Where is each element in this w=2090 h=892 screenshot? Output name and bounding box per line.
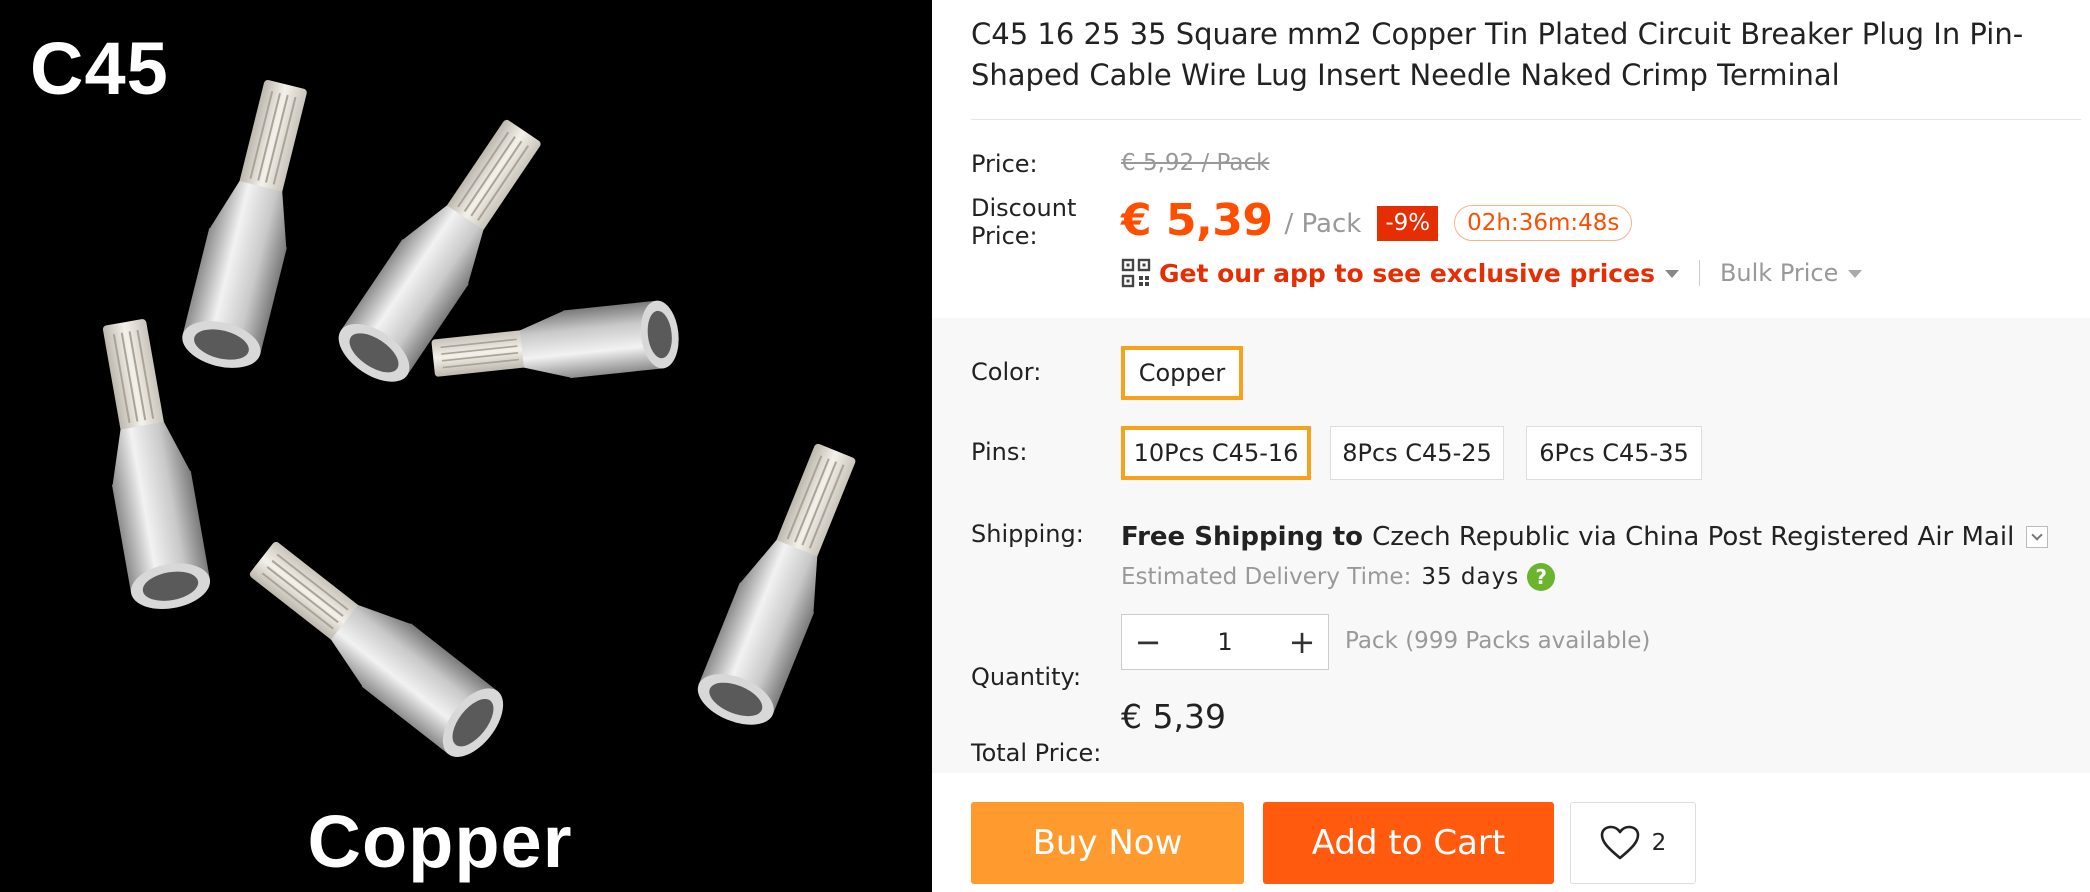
price-unit: / Pack — [1284, 209, 1362, 239]
add-to-cart-button[interactable]: Add to Cart — [1263, 802, 1554, 884]
heart-icon — [1600, 825, 1639, 860]
color-label: Color: — [971, 358, 1042, 386]
shipping-destination[interactable]: Czech Republic via China Post Registered… — [1372, 522, 2014, 552]
free-shipping-text: Free Shipping — [1121, 522, 1324, 552]
wishlist-button[interactable]: 2 — [1570, 802, 1696, 884]
question-icon[interactable]: ? — [1527, 563, 1556, 591]
minus-icon[interactable]: − — [1122, 615, 1174, 669]
pins-option-2[interactable]: 8Pcs C45-25 — [1330, 426, 1504, 480]
app-exclusive-link[interactable]: Get our app to see exclusive prices — [1159, 259, 1655, 288]
quantity-available: Pack (999 Packs available) — [1345, 628, 1651, 654]
countdown-timer: 02h:36m:48s — [1454, 205, 1633, 241]
total-price-label: Total Price: — [971, 739, 1102, 767]
image-caption-top: C45 — [30, 27, 169, 110]
quantity-stepper: − 1 + — [1121, 614, 1329, 670]
wishlist-count: 2 — [1651, 830, 1667, 856]
pins-option-1[interactable]: 10Pcs C45-16 — [1121, 426, 1311, 480]
chevron-down-icon[interactable] — [2026, 526, 2049, 548]
pins-label: Pins: — [971, 438, 1028, 466]
qr-code-icon — [1121, 258, 1151, 288]
original-price: € 5,92 / Pack — [1121, 150, 1270, 176]
terminals-illustration — [83, 73, 875, 769]
quantity-label: Quantity: — [971, 663, 1082, 691]
buy-now-button[interactable]: Buy Now — [971, 802, 1244, 884]
eta-label: Estimated Delivery Time: — [1121, 564, 1412, 590]
current-price: € 5,39 — [1121, 194, 1273, 246]
product-image[interactable]: C45 Copper — [0, 0, 932, 892]
bulk-price-link[interactable]: Bulk Price — [1720, 259, 1838, 287]
plus-icon[interactable]: + — [1276, 615, 1328, 669]
eta-value: 35 days — [1421, 564, 1520, 590]
caret-down-icon[interactable] — [1848, 270, 1863, 278]
total-price: € 5,39 — [1121, 697, 1226, 736]
divider — [1698, 260, 1700, 286]
shipping-info: Free Shipping to Czech Republic via Chin… — [1121, 522, 2049, 552]
divider — [971, 119, 2081, 120]
caret-down-icon[interactable] — [1664, 270, 1679, 278]
promo-row: Get our app to see exclusive prices Bulk… — [1121, 256, 1863, 290]
pins-option-3[interactable]: 6Pcs C45-35 — [1526, 426, 1702, 480]
price-row: € 5,39 / Pack -9% 02h:36m:48s — [1121, 193, 1633, 247]
color-option-copper[interactable]: Copper — [1121, 346, 1243, 400]
discount-price-label: Discount Price: — [971, 194, 1077, 250]
price-label: Price: — [971, 150, 1038, 178]
quantity-input[interactable]: 1 — [1174, 628, 1276, 656]
image-caption-bottom: Copper — [307, 800, 573, 883]
delivery-estimate: Estimated Delivery Time: 35 days ? — [1121, 563, 1556, 591]
discount-badge: -9% — [1377, 205, 1439, 241]
shipping-to-text: to — [1323, 522, 1373, 552]
shipping-label: Shipping: — [971, 520, 1084, 548]
product-title: C45 16 25 35 Square mm2 Copper Tin Plate… — [971, 17, 2024, 92]
product-info-panel: C45 16 25 35 Square mm2 Copper Tin Plate… — [932, 0, 2090, 892]
